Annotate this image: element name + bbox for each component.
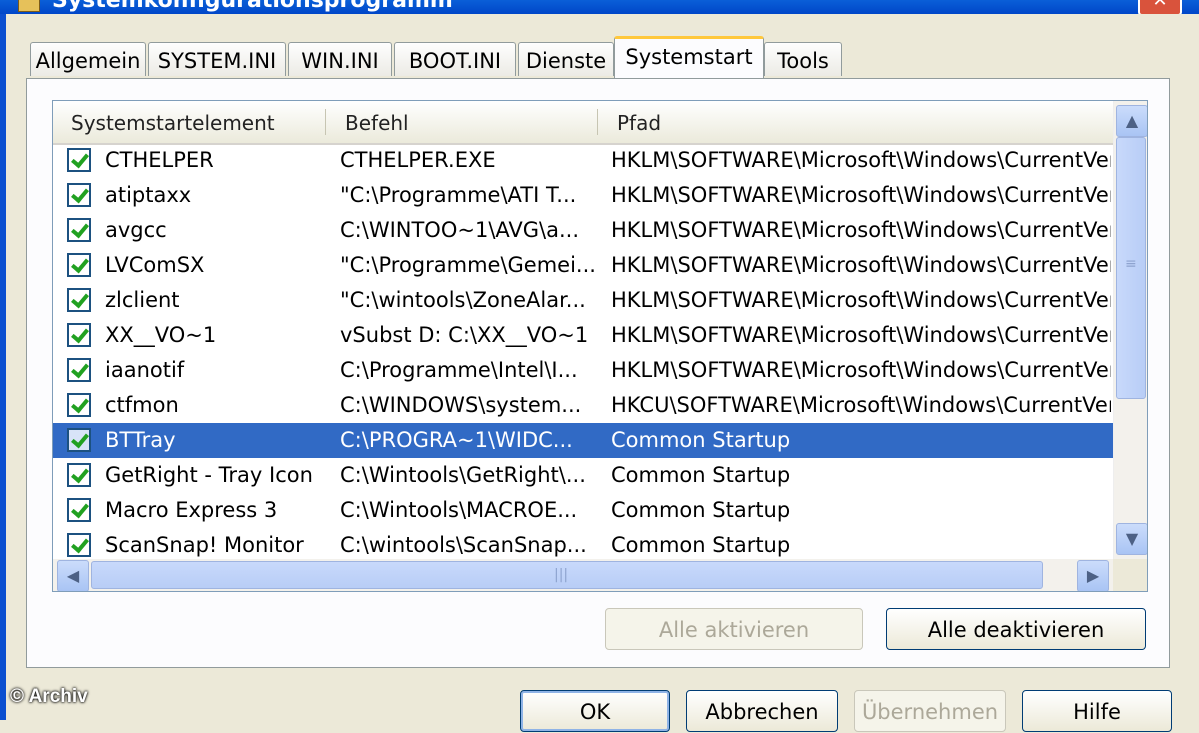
tab-systemstart[interactable]: Systemstart <box>614 36 764 78</box>
scroll-down-button[interactable]: ▼ <box>1116 523 1147 555</box>
startup-path: HKLM\SOFTWARE\Microsoft\Windows\CurrentV… <box>611 323 1111 347</box>
startup-path: Common Startup <box>611 533 791 557</box>
tab-tools[interactable]: Tools <box>764 42 842 76</box>
startup-list[interactable]: Systemstartelement Befehl Pfad CTHELPER C… <box>52 100 1148 592</box>
close-button[interactable]: ✕ <box>1138 0 1182 14</box>
enable-checkbox[interactable] <box>67 463 91 487</box>
startup-path: HKLM\SOFTWARE\Microsoft\Windows\CurrentV… <box>611 218 1111 242</box>
horizontal-scroll-thumb[interactable]: ||| <box>91 561 1043 589</box>
startup-command: C:\Wintools\GetRight\... <box>340 463 586 487</box>
startup-item-name: LVComSX <box>105 253 205 277</box>
startup-command: C:\WINDOWS\system... <box>340 393 582 417</box>
tab-dienste[interactable]: Dienste <box>518 42 614 76</box>
vertical-scrollbar[interactable]: ▲ ≡ ▼ <box>1113 101 1147 559</box>
enable-all-button[interactable]: Alle aktivieren <box>605 608 863 650</box>
list-header: Systemstartelement Befehl Pfad <box>53 101 1113 145</box>
startup-item-name: CTHELPER <box>105 148 214 172</box>
column-divider[interactable] <box>325 109 326 135</box>
enable-checkbox[interactable] <box>67 253 91 277</box>
scroll-up-button[interactable]: ▲ <box>1116 105 1147 137</box>
tab-allgemein[interactable]: Allgemein <box>30 42 146 76</box>
startup-command: CTHELPER.EXE <box>340 148 496 172</box>
enable-checkbox[interactable] <box>67 533 91 557</box>
table-row[interactable]: ScanSnap! Monitor C:\wintools\ScanSnap...… <box>53 528 1113 563</box>
startup-path: Common Startup <box>611 428 791 452</box>
startup-path: HKLM\SOFTWARE\Microsoft\Windows\CurrentV… <box>611 358 1111 382</box>
enable-checkbox[interactable] <box>67 393 91 417</box>
enable-checkbox[interactable] <box>67 288 91 312</box>
disable-all-button[interactable]: Alle deaktivieren <box>886 608 1146 650</box>
scroll-left-button[interactable]: ◀ <box>57 560 89 591</box>
vertical-scroll-thumb[interactable]: ≡ <box>1116 137 1146 399</box>
enable-checkbox[interactable] <box>67 358 91 382</box>
column-header-command[interactable]: Befehl <box>327 101 597 143</box>
table-row[interactable]: XX__VO~1 vSubst D: C:\XX__VO~1 HKLM\SOFTWA… <box>53 318 1113 353</box>
ok-button[interactable]: OK <box>520 690 670 732</box>
table-row[interactable]: ctfmon C:\WINDOWS\system... HKCU\SOFTWARE\… <box>53 388 1113 423</box>
column-header-path[interactable]: Pfad <box>599 101 1113 143</box>
enable-checkbox[interactable] <box>67 183 91 207</box>
table-row[interactable]: BTTray C:\PROGRA~1\WIDC... Common Startup <box>53 423 1113 458</box>
copyright-watermark: © Archiv <box>10 686 88 707</box>
enable-checkbox[interactable] <box>67 323 91 347</box>
tab-system-ini[interactable]: SYSTEM.INI <box>148 42 286 76</box>
startup-command: C:\wintools\ScanSnap... <box>340 533 587 557</box>
startup-command: "C:\Programme\Gemei... <box>340 253 596 277</box>
apply-button[interactable]: Übernehmen <box>854 690 1006 732</box>
app-icon <box>18 0 40 12</box>
enable-checkbox[interactable] <box>67 498 91 522</box>
startup-command: C:\Wintools\MACROE... <box>340 498 578 522</box>
column-header-item[interactable]: Systemstartelement <box>53 101 325 143</box>
startup-item-name: ScanSnap! Monitor <box>105 533 304 557</box>
scrollbar-corner <box>1113 559 1147 591</box>
startup-item-name: atiptaxx <box>105 183 192 207</box>
horizontal-scrollbar[interactable]: ◀ ||| ▶ <box>53 559 1113 591</box>
startup-item-name: avgcc <box>105 218 167 242</box>
cancel-button[interactable]: Abbrechen <box>686 690 838 732</box>
startup-item-name: Macro Express 3 <box>105 498 278 522</box>
startup-command: "C:\Programme\ATI T... <box>340 183 577 207</box>
startup-path: Common Startup <box>611 498 791 522</box>
enable-checkbox[interactable] <box>67 428 91 452</box>
title-bar: Systemkonfigurationsprogramm ✕ <box>0 0 1199 14</box>
table-row[interactable]: LVComSX "C:\Programme\Gemei... HKLM\SOFTWA… <box>53 248 1113 283</box>
tab-boot-ini[interactable]: BOOT.INI <box>394 42 516 76</box>
startup-command: vSubst D: C:\XX__VO~1 <box>340 323 589 347</box>
startup-command: C:\PROGRA~1\WIDC... <box>340 428 573 452</box>
startup-item-name: iaanotif <box>105 358 185 382</box>
table-row[interactable]: atiptaxx "C:\Programme\ATI T... HKLM\SOFTW… <box>53 178 1113 213</box>
help-button[interactable]: Hilfe <box>1022 690 1172 732</box>
startup-item-name: BTTray <box>105 428 176 452</box>
startup-item-name: ctfmon <box>105 393 179 417</box>
table-row[interactable]: avgcc C:\WINTOO~1\AVG\a... HKLM\SOFTWARE\M… <box>53 213 1113 248</box>
tab-win-ini[interactable]: WIN.INI <box>288 42 392 76</box>
startup-path: HKLM\SOFTWARE\Microsoft\Windows\CurrentV… <box>611 148 1111 172</box>
grip-icon: ≡ <box>1125 256 1137 272</box>
startup-path: HKLM\SOFTWARE\Microsoft\Windows\CurrentV… <box>611 253 1111 277</box>
enable-checkbox[interactable] <box>67 148 91 172</box>
startup-item-name: GetRight - Tray Icon <box>105 463 313 487</box>
table-row[interactable]: iaanotif C:\Programme\Intel\I... HKLM\SOFT… <box>53 353 1113 388</box>
grip-icon: ||| <box>554 567 569 583</box>
window-title: Systemkonfigurationsprogramm <box>52 0 453 13</box>
startup-path: HKLM\SOFTWARE\Microsoft\Windows\CurrentV… <box>611 288 1111 312</box>
table-row[interactable]: Macro Express 3 C:\Wintools\MACROE... Comm… <box>53 493 1113 528</box>
table-row[interactable]: zlclient "C:\wintools\ZoneAlar... HKLM\SOF… <box>53 283 1113 318</box>
startup-path: HKCU\SOFTWARE\Microsoft\Windows\CurrentV… <box>611 393 1111 417</box>
startup-item-name: XX__VO~1 <box>105 323 217 347</box>
startup-path: HKLM\SOFTWARE\Microsoft\Windows\CurrentV… <box>611 183 1111 207</box>
startup-command: C:\WINTOO~1\AVG\a... <box>340 218 580 242</box>
startup-path: Common Startup <box>611 463 791 487</box>
startup-command: C:\Programme\Intel\I... <box>340 358 578 382</box>
window-frame-edge <box>0 14 6 720</box>
enable-checkbox[interactable] <box>67 218 91 242</box>
table-row[interactable]: CTHELPER CTHELPER.EXE HKLM\SOFTWARE\Micros… <box>53 143 1113 178</box>
startup-command: "C:\wintools\ZoneAlar... <box>340 288 586 312</box>
table-row[interactable]: GetRight - Tray Icon C:\Wintools\GetRight… <box>53 458 1113 493</box>
column-divider[interactable] <box>597 109 598 135</box>
scroll-right-button[interactable]: ▶ <box>1077 560 1109 591</box>
startup-item-name: zlclient <box>105 288 180 312</box>
